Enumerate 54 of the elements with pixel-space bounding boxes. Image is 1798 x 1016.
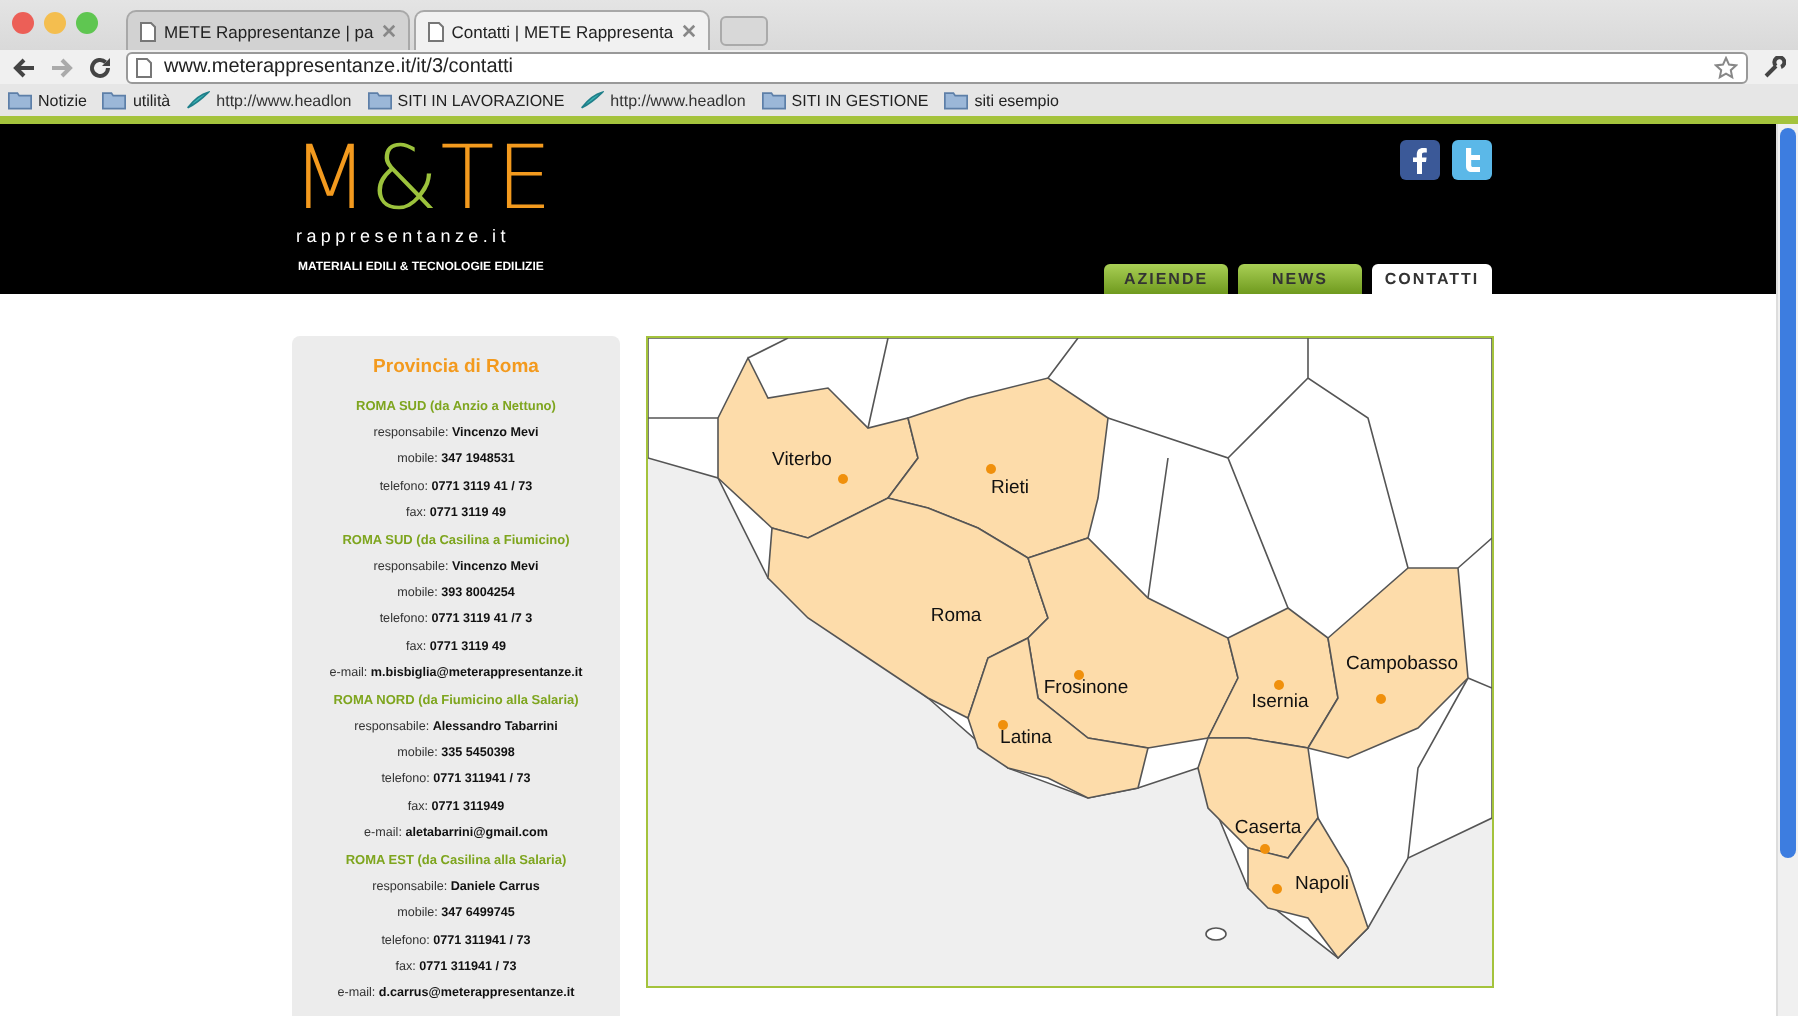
province-label[interactable]: Viterbo [772, 449, 832, 471]
minimize-window-icon[interactable] [44, 12, 66, 34]
page-icon [427, 21, 444, 41]
bookmark[interactable]: http://www.headlon [186, 90, 352, 110]
forward-arrow-icon[interactable] [50, 55, 74, 79]
province-label[interactable]: Caserta [1234, 817, 1302, 839]
location-dot-icon[interactable] [1274, 680, 1284, 690]
province-label[interactable]: Roma [930, 605, 982, 627]
browser-tab[interactable]: METE Rappresentanze | pa [126, 10, 410, 50]
close-window-icon[interactable] [12, 12, 34, 34]
logo-domain: rappresentanze.it [296, 226, 510, 246]
panel-title: Provincia di Roma [371, 356, 541, 378]
nav-tab[interactable]: CONTATTI [1372, 264, 1492, 294]
logo-wordmark[interactable]: M&TE [292, 140, 554, 220]
close-tab-icon[interactable] [681, 24, 696, 38]
twitter-icon[interactable] [1452, 140, 1492, 180]
location-dot-icon[interactable] [1272, 884, 1282, 894]
province-label[interactable]: Isernia [1251, 691, 1309, 713]
folder-icon [944, 90, 969, 110]
feather-icon [580, 90, 605, 110]
back-arrow-icon[interactable] [12, 55, 36, 79]
new-tab-button[interactable] [719, 16, 768, 46]
folder-icon [761, 90, 786, 110]
location-dot-icon[interactable] [1260, 844, 1270, 854]
nav-tab[interactable]: AZIENDE [1104, 264, 1228, 294]
bookmark[interactable]: SITI IN LAVORAZIONE [367, 90, 565, 110]
province-label[interactable]: Rieti [991, 477, 1029, 499]
location-dot-icon[interactable] [1074, 670, 1084, 680]
star-icon[interactable] [1714, 55, 1738, 79]
location-dot-icon[interactable] [986, 464, 996, 474]
folder-icon [8, 90, 32, 110]
province-label[interactable]: Frosinone [1043, 677, 1129, 699]
bookmark[interactable]: SITI IN GESTIONE [761, 90, 929, 110]
browser-tab[interactable]: Contatti | METE Rappresenta [413, 10, 710, 50]
address-field[interactable]: www.meterappresentanze.it/it/3/contatti [126, 51, 1748, 83]
scrollbar-thumb[interactable] [1780, 128, 1796, 858]
location-dot-icon[interactable] [1376, 694, 1386, 704]
folder-icon [367, 90, 392, 110]
facebook-icon[interactable] [1400, 140, 1440, 180]
location-dot-icon[interactable] [838, 474, 848, 484]
folder-icon [102, 90, 127, 110]
close-tab-icon[interactable] [381, 24, 396, 38]
location-dot-icon[interactable] [998, 720, 1008, 730]
bookmark[interactable]: http://www.headlon [580, 90, 746, 110]
province-label[interactable]: Latina [1000, 727, 1052, 749]
province-label[interactable]: Campobasso [1346, 653, 1458, 675]
bookmark[interactable]: utilità [102, 90, 171, 110]
feather-icon [186, 90, 211, 110]
zoom-window-icon[interactable] [76, 12, 98, 34]
nav-tab[interactable]: NEWS [1238, 264, 1362, 294]
province-label[interactable]: Napoli [1295, 873, 1349, 895]
bookmark[interactable]: Notizie [8, 90, 87, 110]
reload-icon[interactable] [88, 55, 112, 79]
bookmark[interactable]: siti esempio [944, 90, 1059, 110]
